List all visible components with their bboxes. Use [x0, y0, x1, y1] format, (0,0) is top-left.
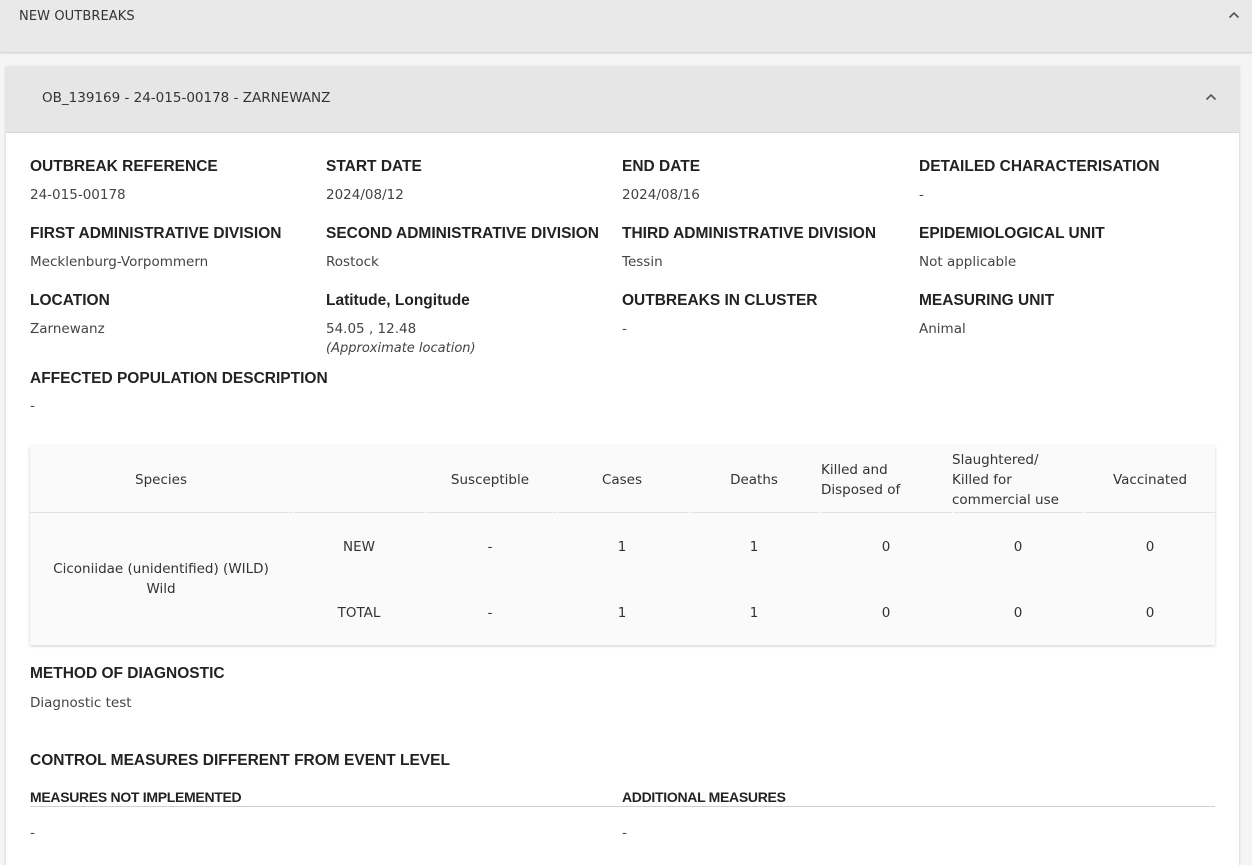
header-killed-line2: Disposed of: [821, 482, 901, 498]
header-col-sep: [689, 511, 690, 513]
row-total-killed: 0: [881, 605, 891, 621]
header-col-sep: [820, 511, 821, 513]
header-slaughtered: Slaughtered/ Killed for commercial use: [952, 450, 1084, 510]
first-admin-division-value: Mecklenburg-Vorpommern: [30, 254, 209, 270]
row-total-susceptible: -: [487, 605, 493, 621]
outbreaks-in-cluster-value: -: [622, 321, 627, 337]
second-admin-division-value: Rostock: [326, 254, 379, 270]
header-susceptible: Susceptible: [450, 472, 530, 488]
second-admin-division-label: SECOND ADMINISTRATIVE DIVISION: [326, 225, 599, 242]
row-total-cases: 1: [617, 605, 627, 621]
section-title: NEW OUTBREAKS: [19, 9, 135, 24]
row-new-cases: 1: [617, 539, 627, 555]
header-killed-line1: Killed and: [821, 462, 888, 478]
epidemiological-unit-label: EPIDEMIOLOGICAL UNIT: [919, 225, 1105, 242]
end-date-label: END DATE: [622, 158, 701, 175]
header-col-sep: [1084, 511, 1085, 513]
additional-measures-label: ADDITIONAL MEASURES: [622, 789, 786, 805]
row-total-deaths: 1: [749, 605, 759, 621]
header-col-sep: [425, 511, 426, 513]
affected-population-label: AFFECTED POPULATION DESCRIPTION: [30, 370, 328, 387]
row-new-type: NEW: [343, 539, 375, 555]
location-value: Zarnewanz: [30, 321, 105, 337]
new-outbreaks-section-header[interactable]: NEW OUTBREAKS: [0, 0, 1252, 53]
row-total-type: TOTAL: [337, 605, 381, 621]
outbreak-card-header[interactable]: OB_139169 - 24-015-00178 - ZARNEWANZ: [6, 66, 1239, 133]
measuring-unit-value: Animal: [919, 321, 966, 337]
outbreaks-in-cluster-label: OUTBREAKS IN CLUSTER: [622, 292, 818, 309]
header-slaughtered-line3: commercial use: [952, 492, 1059, 508]
measuring-unit-label: MEASURING UNIT: [919, 292, 1055, 309]
header-killed-disposed: Killed and Disposed of: [821, 460, 951, 500]
header-cases: Cases: [601, 472, 643, 488]
approximate-location-note: (Approximate location): [326, 341, 476, 356]
start-date-label: START DATE: [326, 158, 422, 175]
epidemiological-unit-value: Not applicable: [919, 254, 1017, 270]
method-of-diagnostic-label: METHOD OF DIAGNOSTIC: [30, 665, 225, 682]
outbreak-reference-value: 24-015-00178: [30, 187, 126, 203]
method-of-diagnostic-value: Diagnostic test: [30, 695, 132, 711]
control-measures-divider: [30, 806, 1215, 807]
row-new-killed: 0: [881, 539, 891, 555]
row-new-slaughtered: 0: [1013, 539, 1023, 555]
header-col-sep: [557, 511, 558, 513]
header-species: Species: [135, 472, 187, 488]
header-col-sep: [293, 511, 294, 513]
header-deaths: Deaths: [730, 472, 778, 488]
row-new-susceptible: -: [487, 539, 493, 555]
species-name-cell: Ciconiidae (unidentified) (WILD) Wild: [30, 559, 292, 599]
species-wild-status: Wild: [146, 581, 176, 597]
measures-not-implemented-value: -: [30, 825, 35, 841]
detailed-characterisation-value: -: [919, 187, 924, 203]
third-admin-division-label: THIRD ADMINISTRATIVE DIVISION: [622, 225, 877, 242]
start-date-value: 2024/08/12: [326, 187, 404, 203]
location-label: LOCATION: [30, 292, 110, 309]
measures-not-implemented-label: MEASURES NOT IMPLEMENTED: [30, 789, 242, 805]
control-measures-title: CONTROL MEASURES DIFFERENT FROM EVENT LE…: [30, 752, 450, 769]
chevron-up-icon[interactable]: [1226, 7, 1242, 23]
affected-population-value: -: [30, 398, 35, 414]
header-slaughtered-line1: Slaughtered/: [952, 452, 1039, 468]
chevron-up-icon[interactable]: [1203, 89, 1219, 105]
detailed-characterisation-label: DETAILED CHARACTERISATION: [919, 158, 1160, 175]
header-vaccinated: Vaccinated: [1112, 472, 1188, 488]
lat-long-value: 54.05 , 12.48: [326, 321, 417, 337]
species-name: Ciconiidae (unidentified) (WILD): [53, 561, 269, 577]
header-slaughtered-line2: Killed for: [952, 472, 1012, 488]
end-date-value: 2024/08/16: [622, 187, 700, 203]
outbreak-reference-label: OUTBREAK REFERENCE: [30, 158, 218, 175]
lat-long-label: Latitude, Longitude: [326, 292, 470, 309]
species-table: Species Susceptible Cases Deaths Killed …: [30, 446, 1215, 645]
row-new-vaccinated: 0: [1145, 539, 1155, 555]
first-admin-division-label: FIRST ADMINISTRATIVE DIVISION: [30, 225, 282, 242]
third-admin-division-value: Tessin: [622, 254, 663, 270]
additional-measures-value: -: [622, 825, 627, 841]
table-header-divider: [30, 512, 1215, 513]
outbreak-title: OB_139169 - 24-015-00178 - ZARNEWANZ: [42, 90, 331, 106]
header-col-sep: [952, 511, 953, 513]
row-new-deaths: 1: [749, 539, 759, 555]
row-total-vaccinated: 0: [1145, 605, 1155, 621]
row-total-slaughtered: 0: [1013, 605, 1023, 621]
